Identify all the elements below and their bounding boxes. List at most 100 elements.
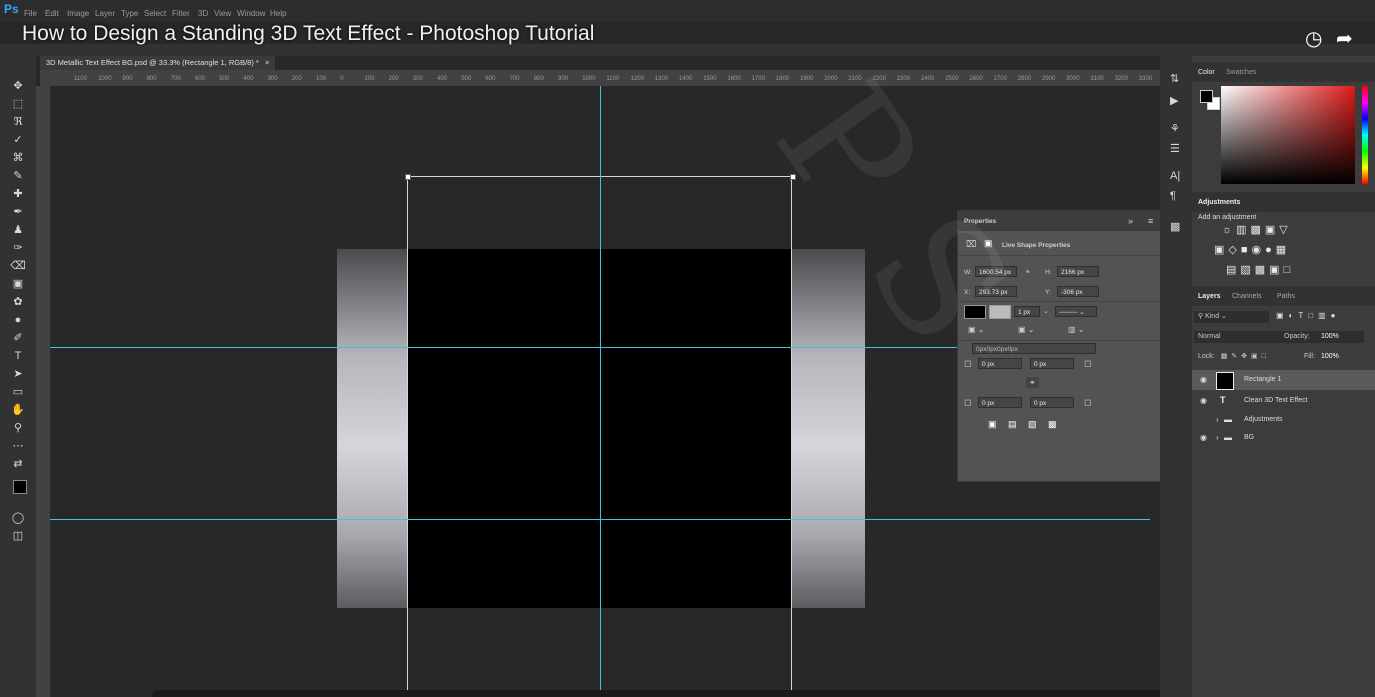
gradient-tool-icon[interactable]: ▣	[9, 276, 27, 292]
layers-tab[interactable]: Layers	[1198, 293, 1221, 300]
cap-type-icon[interactable]: ▣ ⌄	[1018, 325, 1034, 334]
zoom-tool-icon[interactable]: ⚲	[9, 420, 27, 436]
layer-group-bg[interactable]: ◉ › ▬ BG	[1192, 428, 1375, 448]
path-selection-tool-icon[interactable]: ➤	[9, 366, 27, 382]
quick-select-tool-icon[interactable]: ✓	[9, 132, 27, 148]
color-tab[interactable]: Color	[1198, 69, 1215, 76]
visibility-eye-icon[interactable]: ◉	[1200, 396, 1207, 405]
exclude-shape-icon[interactable]: ▩	[1048, 419, 1057, 430]
layer-filter-icons[interactable]: ▣◐T□▥●	[1276, 311, 1341, 320]
opacity-value[interactable]: 100%	[1321, 331, 1339, 343]
menu-filter[interactable]: Filter	[172, 9, 190, 18]
visibility-eye-icon[interactable]: ◉	[1200, 433, 1207, 442]
fill-value[interactable]: 100%	[1321, 351, 1339, 363]
link-icon[interactable]: ⚭	[1025, 268, 1030, 276]
guide-vertical[interactable]	[600, 86, 601, 697]
watch-later-icon[interactable]: ◷	[1305, 28, 1322, 50]
menu-layer[interactable]: Layer	[95, 9, 115, 18]
channels-tab[interactable]: Channels	[1232, 293, 1262, 300]
menu-select[interactable]: Select	[144, 9, 166, 18]
history-icon[interactable]: ⇅	[1170, 72, 1179, 85]
adjustment-icons-row-2[interactable]: ▣◇■◉●▦	[1214, 243, 1290, 256]
y-field[interactable]: -306 px	[1057, 286, 1099, 297]
foreground-color-swatch[interactable]	[13, 480, 27, 494]
character-icon[interactable]: A|	[1170, 170, 1180, 182]
swap-colors-icon[interactable]: ⇄	[9, 456, 27, 472]
transform-handle-top-left[interactable]	[405, 174, 411, 180]
eraser-tool-icon[interactable]: ⌫	[9, 258, 27, 274]
hand-tool-icon[interactable]: ✋	[9, 402, 27, 418]
menu-3d[interactable]: 3D	[198, 9, 208, 18]
adjustment-icons-row-3[interactable]: ▤▧▩▣□	[1226, 263, 1294, 276]
brushes-icon[interactable]: ⚘	[1170, 122, 1180, 135]
stroke-width-field[interactable]: 1 px	[1014, 306, 1040, 317]
properties-tab[interactable]: Properties	[964, 218, 996, 225]
pen-tool-icon[interactable]: ✐	[9, 330, 27, 346]
actions-icon[interactable]: ▶	[1170, 94, 1178, 107]
brush-tool-icon[interactable]: ✒	[9, 204, 27, 220]
color-fg-swatch[interactable]	[1200, 90, 1213, 103]
subtract-shape-icon[interactable]: ▤	[1008, 419, 1017, 430]
adjustments-tab[interactable]: Adjustments	[1198, 199, 1240, 206]
hue-slider[interactable]	[1362, 86, 1368, 184]
clone-stamp-tool-icon[interactable]: ♟	[9, 222, 27, 238]
menu-edit[interactable]: Edit	[45, 9, 59, 18]
all-corners-field[interactable]: 0px0px0px0px	[972, 343, 1096, 354]
paragraph-icon[interactable]: ¶	[1170, 190, 1176, 202]
paths-tab[interactable]: Paths	[1277, 293, 1295, 300]
quick-mask-icon[interactable]: ◯	[9, 510, 27, 526]
intersect-shape-icon[interactable]: ▧	[1028, 419, 1037, 430]
guide-horizontal-1[interactable]	[50, 347, 957, 348]
blend-mode-dropdown[interactable]: Normal Opacity: 100%	[1194, 331, 1364, 343]
layer-filter-dropdown[interactable]: ⚲ Kind ⌄	[1194, 311, 1269, 323]
group-chevron-icon[interactable]: ›	[1216, 415, 1219, 424]
brush-settings-icon[interactable]: ☰	[1170, 142, 1180, 155]
rectangle-tool-icon[interactable]: ▭	[9, 384, 27, 400]
menu-image[interactable]: Image	[67, 9, 89, 18]
menu-file[interactable]: File	[24, 9, 37, 18]
panel-menu-icon[interactable]: ≡	[1148, 216, 1153, 226]
menu-window[interactable]: Window	[237, 9, 265, 18]
screen-mode-icon[interactable]: ◫	[9, 528, 27, 544]
more-tools-icon[interactable]: ⋯	[9, 438, 27, 454]
swatches-tab[interactable]: Swatches	[1226, 69, 1256, 76]
corner-tr-field[interactable]: 0 px	[1030, 358, 1074, 369]
combine-shapes-icon[interactable]: ▣	[988, 419, 997, 430]
adjustment-icons-row-1[interactable]: ☼▥▩▣▽	[1222, 223, 1292, 236]
history-brush-tool-icon[interactable]: ✑	[9, 240, 27, 256]
healing-brush-tool-icon[interactable]: ✚	[9, 186, 27, 202]
corner-tl-field[interactable]: 0 px	[978, 358, 1022, 369]
menu-help[interactable]: Help	[270, 9, 286, 18]
corner-bl-field[interactable]: 0 px	[978, 397, 1022, 408]
share-icon[interactable]: ➦	[1336, 28, 1353, 50]
horizontal-ruler[interactable]: 1100 1000 900 800 700 600 500 400 300 200 100 0 100 2…	[40, 70, 1160, 86]
link-corners-icon[interactable]: ⚭	[1026, 377, 1039, 388]
corner-br-field[interactable]: 0 px	[1030, 397, 1074, 408]
visibility-eye-icon[interactable]: ◉	[1200, 375, 1207, 384]
stroke-width-dropdown-icon[interactable]: ⌄	[1043, 307, 1048, 315]
lasso-tool-icon[interactable]: ℜ	[9, 114, 27, 130]
collapse-icon[interactable]: »	[1128, 216, 1133, 226]
properties-icon[interactable]: ▩	[1170, 220, 1180, 233]
group-chevron-icon[interactable]: ›	[1216, 433, 1219, 442]
move-tool-icon[interactable]: ✥	[9, 78, 27, 94]
layer-clean-3d-text-effect[interactable]: ◉ T Clean 3D Text Effect	[1192, 391, 1375, 411]
fill-swatch[interactable]	[964, 305, 986, 319]
color-picker-field[interactable]	[1221, 86, 1355, 184]
x-field[interactable]: 293.73 px	[975, 286, 1017, 297]
stroke-type-dropdown[interactable]: ──── ⌄	[1055, 306, 1097, 317]
type-tool-icon[interactable]: T	[9, 348, 27, 364]
blur-tool-icon[interactable]: ✿	[9, 294, 27, 310]
menu-type[interactable]: Type	[121, 9, 138, 18]
crop-tool-icon[interactable]: ⌘	[9, 150, 27, 166]
lock-icons[interactable]: ▩✎✥▣□	[1221, 353, 1270, 360]
marquee-tool-icon[interactable]: ⬚	[9, 96, 27, 112]
layer-group-adjustments[interactable]: › ▬ Adjustments	[1192, 410, 1375, 430]
close-tab-icon[interactable]: ×	[265, 58, 269, 67]
join-type-icon[interactable]: ▥ ⌄	[1068, 325, 1084, 334]
layer-rectangle-1[interactable]: ◉ Rectangle 1	[1192, 370, 1375, 390]
dodge-tool-icon[interactable]: ●	[9, 312, 27, 328]
stroke-swatch[interactable]	[989, 305, 1011, 319]
eyedropper-tool-icon[interactable]: ✎	[9, 168, 27, 184]
menu-view[interactable]: View	[214, 9, 231, 18]
